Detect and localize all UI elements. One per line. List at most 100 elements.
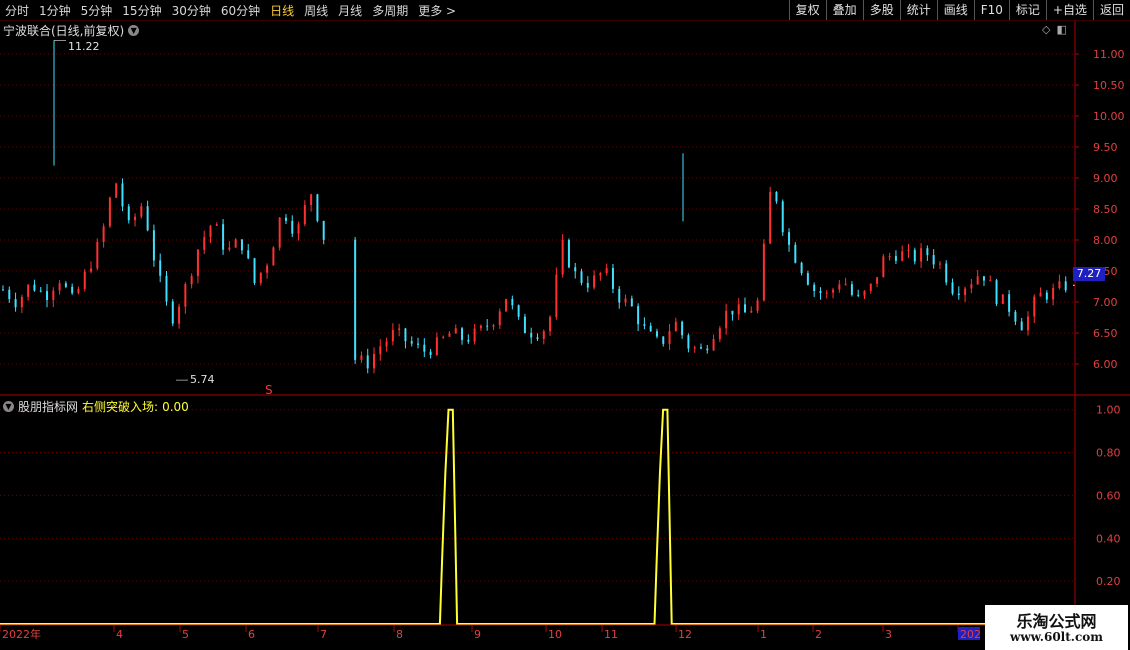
candle-body: [775, 192, 778, 202]
mark-button[interactable]: 标记: [1008, 0, 1046, 20]
candle-body: [152, 230, 155, 261]
candle-body: [957, 293, 960, 296]
period-daily[interactable]: 日线: [265, 2, 299, 19]
candle-body: [938, 263, 941, 265]
draw-line-button[interactable]: 画线: [936, 0, 974, 20]
last-price-tag: 7.27: [1073, 267, 1105, 281]
candle-body: [398, 328, 401, 331]
period-monthly[interactable]: 月线: [333, 2, 367, 19]
period-toolbar: 分时 1分钟 5分钟 15分钟 30分钟 60分钟 日线 周线 月线 多周期 更…: [0, 0, 1130, 21]
period-30min[interactable]: 30分钟: [167, 2, 216, 19]
candle-body: [121, 183, 124, 207]
candle-body: [52, 290, 55, 301]
candle-body: [926, 248, 929, 256]
candle-body: [492, 325, 495, 327]
panel-tools: ◇ ◧: [1042, 23, 1067, 36]
candle-body: [505, 299, 508, 312]
period-more-label: 更多: [418, 3, 443, 18]
candle-body: [473, 328, 476, 342]
x-tick-label: 2: [815, 628, 822, 641]
candle-body: [1052, 287, 1055, 300]
back-button[interactable]: 返回: [1092, 0, 1130, 20]
candle-body: [555, 274, 558, 317]
price-tick-label: 10.50: [1093, 79, 1125, 92]
candle-body: [561, 240, 564, 275]
period-60min[interactable]: 60分钟: [216, 2, 265, 19]
candle-body: [27, 284, 30, 297]
candle-body: [750, 310, 753, 313]
diamond-icon[interactable]: ◇: [1042, 23, 1050, 36]
grid-lines: [0, 53, 1073, 582]
candle-body: [536, 337, 539, 339]
period-weekly[interactable]: 周线: [299, 2, 333, 19]
candle-body: [385, 341, 388, 347]
candle-body: [46, 291, 49, 301]
chevron-down-icon[interactable]: ▼: [128, 25, 140, 36]
candle-body: [58, 283, 61, 291]
window-icon[interactable]: ◧: [1056, 23, 1066, 36]
multi-stock-button[interactable]: 多股: [862, 0, 900, 20]
overlay-button[interactable]: 叠加: [825, 0, 863, 20]
candle-body: [630, 298, 633, 307]
candle-body: [517, 305, 520, 317]
candle-body: [64, 283, 67, 287]
candle-body: [894, 256, 897, 261]
candle-body: [580, 271, 583, 283]
candle-body: [90, 268, 93, 272]
candle-body: [253, 258, 256, 283]
x-tick-label: 10: [548, 628, 562, 641]
period-15min[interactable]: 15分钟: [117, 2, 166, 19]
candle-body: [165, 275, 168, 302]
period-1min[interactable]: 1分钟: [34, 2, 76, 19]
chevron-down-icon[interactable]: ▼: [3, 401, 14, 412]
candle-body: [712, 339, 715, 351]
x-tick-label: 5: [182, 628, 189, 641]
candle-body: [800, 262, 803, 274]
kline-chart[interactable]: 6.006.507.007.508.008.509.009.5010.0010.…: [0, 21, 1130, 650]
candle-body: [611, 268, 614, 289]
period-multi[interactable]: 多周期: [367, 2, 413, 19]
candle-body: [857, 294, 860, 296]
x-tick-label: 9: [474, 628, 481, 641]
candle-body: [970, 284, 973, 289]
candle-body: [1039, 292, 1042, 297]
x-tick-label: 8: [396, 628, 403, 641]
candle-body: [668, 331, 671, 344]
candle-body: [259, 272, 262, 283]
candle-body: [876, 277, 879, 284]
candle-body: [222, 224, 225, 250]
candle-body: [479, 325, 482, 329]
sell-marker: S: [265, 383, 273, 397]
candle-body: [794, 244, 797, 263]
candle-body: [8, 289, 11, 300]
period-5min[interactable]: 5分钟: [76, 2, 118, 19]
statistics-button[interactable]: 统计: [899, 0, 937, 20]
price-tick-label: 8.00: [1093, 234, 1118, 247]
candle-body: [913, 249, 916, 262]
indicator-tick-label: 0.60: [1096, 489, 1121, 502]
indicator-tick-label: 0.20: [1096, 575, 1121, 588]
candle-body: [354, 239, 357, 360]
candle-body: [1001, 294, 1004, 304]
candle-body: [14, 299, 17, 308]
price-tick-label: 8.50: [1093, 203, 1118, 216]
candle-body: [171, 301, 174, 324]
candle-body: [83, 271, 86, 289]
add-watchlist-button[interactable]: +自选: [1045, 0, 1093, 20]
period-fenshi[interactable]: 分时: [0, 2, 34, 19]
candle-body: [838, 284, 841, 290]
candle-body: [781, 201, 784, 233]
f10-button[interactable]: F10: [973, 0, 1009, 20]
candle-body: [989, 280, 992, 282]
candle-body: [461, 328, 464, 340]
candle-body: [662, 336, 665, 344]
candle-body: [316, 194, 319, 221]
candle-body: [1020, 321, 1023, 331]
fuquan-button[interactable]: 复权: [788, 0, 826, 20]
period-more[interactable]: 更多 >: [413, 2, 461, 19]
candle-body: [574, 267, 577, 272]
candle-body: [2, 289, 4, 291]
candlestick-series: [2, 40, 1075, 381]
price-tick-label: 10.00: [1093, 110, 1125, 123]
candle-body: [731, 310, 734, 315]
